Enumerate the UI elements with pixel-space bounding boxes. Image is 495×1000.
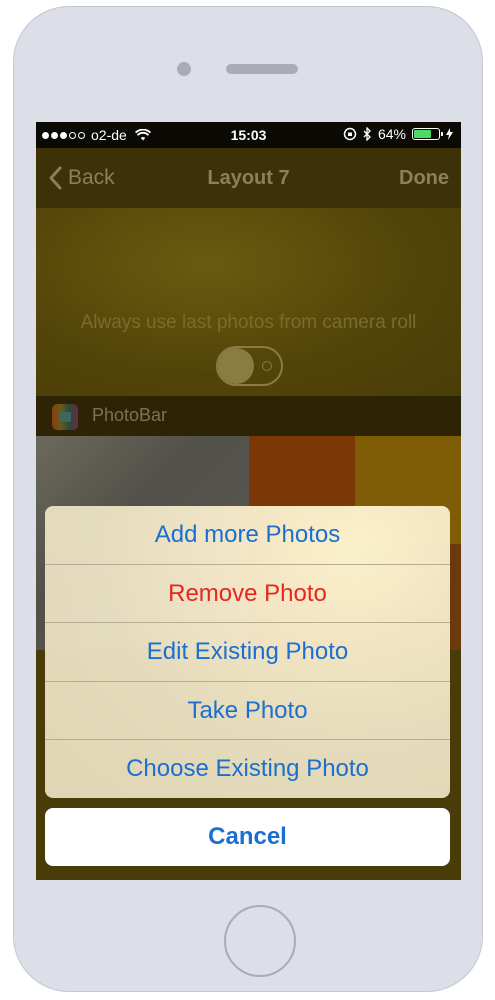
edit-existing-photo-button[interactable]: Edit Existing Photo [45,622,450,680]
rotation-lock-icon [343,127,357,141]
toggle-label: Always use last photos from camera roll [80,312,417,333]
navigation-bar: Back Layout 7 Done [36,148,461,208]
bluetooth-icon [363,127,372,141]
toggle-off-indicator [262,361,272,371]
choose-existing-photo-button[interactable]: Choose Existing Photo [45,739,450,797]
battery-percent: 64% [377,126,406,142]
page-title: Layout 7 [207,167,290,189]
settings-area: Always use last photos from camera roll [36,208,461,396]
toggle-knob [218,348,254,384]
status-right: 64% [343,126,453,142]
status-bar: o2-de 15:03 64% [36,122,461,148]
add-more-photos-button[interactable]: Add more Photos [45,506,450,564]
cancel-button[interactable]: Cancel [45,808,450,866]
home-button[interactable] [224,905,296,977]
action-sheet: Add more Photos Remove Photo Edit Existi… [45,506,450,798]
done-button[interactable]: Done [399,167,449,190]
section-header: PhotoBar [36,396,461,436]
photobar-app-icon [52,404,78,430]
front-camera [177,62,191,76]
section-title: PhotoBar [92,405,168,425]
take-photo-button[interactable]: Take Photo [45,681,450,739]
battery-icon [412,128,443,140]
earpiece-speaker [226,64,298,74]
camera-roll-toggle[interactable] [216,346,283,386]
charging-icon [446,128,453,140]
remove-photo-button[interactable]: Remove Photo [45,564,450,622]
